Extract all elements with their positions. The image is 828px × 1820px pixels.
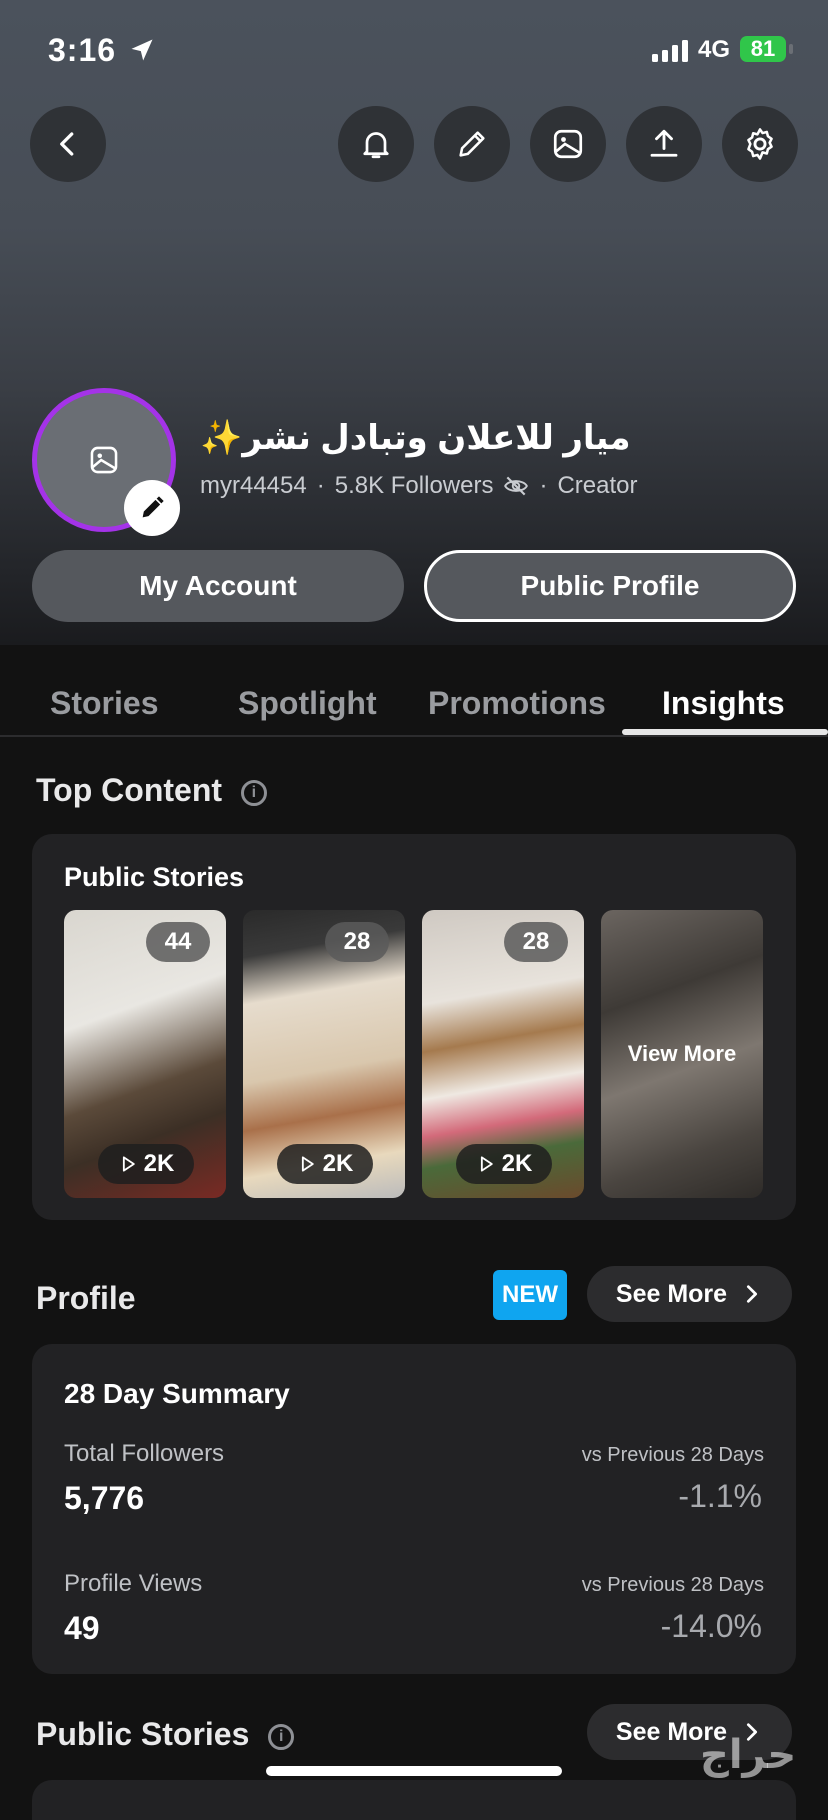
profile-display-name: ميار للاعلان وتبادل نشر✨ xyxy=(200,419,631,457)
profile-see-more-button[interactable]: See More xyxy=(587,1266,792,1322)
battery-level: 81 xyxy=(750,36,776,61)
share-button[interactable] xyxy=(626,106,702,182)
home-indicator[interactable] xyxy=(266,1766,562,1776)
story-plays-value: 2K xyxy=(322,1150,354,1177)
battery-icon: 81 xyxy=(740,36,786,62)
image-icon xyxy=(553,129,583,159)
story-plays: 2K xyxy=(456,1144,552,1184)
comparison-label: vs Previous 28 Days xyxy=(581,1444,764,1466)
play-icon xyxy=(122,1156,135,1172)
cellular-signal-icon xyxy=(652,40,688,62)
share-upload-icon xyxy=(650,129,678,157)
story-thumbnail[interactable]: 44 2K xyxy=(64,910,226,1198)
location-arrow-icon xyxy=(131,39,153,61)
view-more-label: View More xyxy=(627,1041,737,1066)
settings-button[interactable] xyxy=(722,106,798,182)
story-plays-value: 2K xyxy=(501,1150,533,1177)
eye-slash-icon[interactable] xyxy=(503,473,529,499)
separator-dot: · xyxy=(539,472,548,499)
separator-dot: · xyxy=(316,472,325,499)
change-background-button[interactable] xyxy=(530,106,606,182)
network-type: 4G xyxy=(698,36,731,63)
total-followers-value: 5,776 xyxy=(64,1480,145,1516)
story-plays-value: 2K xyxy=(143,1150,175,1177)
edit-profile-button[interactable] xyxy=(434,106,510,182)
view-more-thumbnail[interactable]: View More xyxy=(601,910,763,1198)
tab-insights[interactable]: Insights xyxy=(662,685,785,722)
public-profile-button[interactable]: Public Profile xyxy=(424,550,796,622)
pencil-icon xyxy=(142,496,164,518)
profile-meta-row: myr44454 · 5.8K Followers · Creator xyxy=(200,472,638,500)
top-content-title: Top Content xyxy=(36,772,223,808)
my-account-label: My Account xyxy=(139,570,297,601)
profile-views-change: -14.0% xyxy=(660,1608,762,1644)
public-profile-label: Public Profile xyxy=(520,570,700,601)
tab-promotions[interactable]: Promotions xyxy=(428,685,606,722)
see-more-label: See More xyxy=(615,1279,728,1308)
story-plays: 2K xyxy=(277,1144,373,1184)
profile-role: Creator xyxy=(557,472,638,499)
bell-icon xyxy=(363,132,389,159)
comparison-label: vs Previous 28 Days xyxy=(581,1574,764,1596)
story-count-badge: 28 xyxy=(504,922,568,962)
chevron-right-icon xyxy=(747,1285,758,1303)
story-thumbnail[interactable]: 28 2K xyxy=(243,910,405,1198)
public-stories-title: Public Stories xyxy=(36,1716,250,1752)
followers-count: 5.8K Followers xyxy=(334,472,494,499)
pencil-icon xyxy=(459,131,485,157)
tab-stories[interactable]: Stories xyxy=(50,685,158,722)
image-placeholder-icon xyxy=(90,446,118,474)
profile-header-background xyxy=(0,0,828,645)
public-stories-card-title: Public Stories xyxy=(64,862,245,892)
story-count-badge: 44 xyxy=(146,922,210,962)
battery-tip xyxy=(789,44,793,54)
info-icon[interactable]: i xyxy=(268,1723,295,1750)
story-plays: 2K xyxy=(98,1144,194,1184)
total-followers-change: -1.1% xyxy=(678,1478,762,1514)
new-badge: NEW xyxy=(493,1270,567,1320)
play-icon xyxy=(301,1156,314,1172)
info-icon[interactable]: i xyxy=(240,779,267,806)
story-count-badge: 28 xyxy=(325,922,389,962)
gear-icon xyxy=(747,128,773,160)
profile-views-label: Profile Views xyxy=(64,1570,203,1597)
total-followers-label: Total Followers xyxy=(64,1440,225,1467)
status-bar: 3:16 4G 81 xyxy=(0,28,828,72)
public-stories-card xyxy=(32,1780,796,1820)
notifications-button[interactable] xyxy=(338,106,414,182)
summary-title: 28 Day Summary xyxy=(64,1378,290,1409)
top-content-heading: Top Content i xyxy=(36,772,267,809)
edit-avatar-button[interactable] xyxy=(124,480,180,536)
play-icon xyxy=(480,1156,493,1172)
profile-heading: Profile xyxy=(36,1280,136,1316)
chevron-left-icon xyxy=(60,132,74,156)
profile-views-value: 49 xyxy=(64,1610,100,1646)
profile-tabs: Stories Spotlight Promotions Insights xyxy=(0,645,828,737)
back-button[interactable] xyxy=(30,106,106,182)
profile-username: myr44454 xyxy=(200,472,307,499)
public-stories-heading: Public Stories i xyxy=(36,1716,295,1753)
active-tab-indicator xyxy=(622,729,828,735)
tab-spotlight[interactable]: Spotlight xyxy=(238,685,377,722)
my-account-button[interactable]: My Account xyxy=(32,550,404,622)
watermark-logo: حراج xyxy=(700,1733,797,1777)
status-time: 3:16 xyxy=(48,32,117,68)
story-thumbnail[interactable]: 28 2K xyxy=(422,910,584,1198)
